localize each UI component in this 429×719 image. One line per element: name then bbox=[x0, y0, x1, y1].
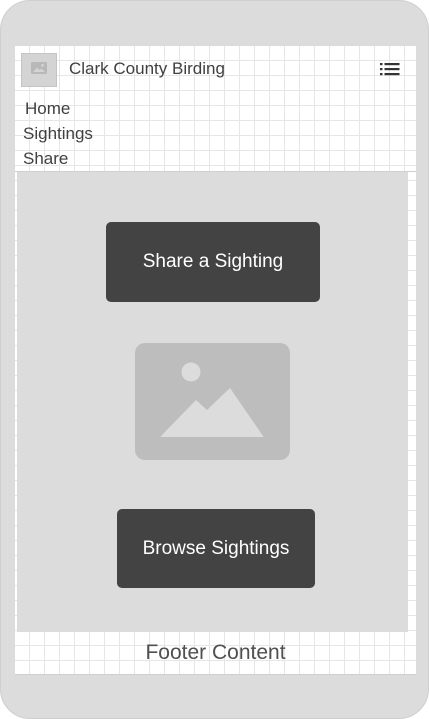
nav-item-home[interactable]: Home bbox=[25, 99, 70, 119]
footer: Footer Content bbox=[15, 636, 416, 670]
share-sighting-button[interactable]: Share a Sighting bbox=[106, 222, 320, 302]
nav-item-share[interactable]: Share bbox=[23, 149, 68, 169]
nav-item-sightings[interactable]: Sightings bbox=[23, 124, 93, 144]
site-title[interactable]: Clark County Birding bbox=[69, 59, 225, 79]
app-screen: Clark County Birding Home Sightings Shar… bbox=[15, 46, 416, 675]
device-frame: Clark County Birding Home Sightings Shar… bbox=[0, 0, 429, 719]
image-placeholder bbox=[135, 343, 290, 460]
image-placeholder-icon bbox=[135, 343, 290, 464]
list-menu-icon bbox=[380, 62, 400, 81]
menu-button[interactable] bbox=[375, 58, 405, 84]
image-placeholder-icon bbox=[31, 61, 47, 79]
browse-sightings-button[interactable]: Browse Sightings bbox=[117, 509, 315, 588]
main-nav: Home Sightings Share bbox=[15, 96, 416, 172]
site-logo[interactable] bbox=[21, 53, 57, 87]
main-content: Share a Sighting Browse Sightings bbox=[17, 172, 408, 632]
footer-text: Footer Content bbox=[145, 641, 286, 664]
app-header: Clark County Birding bbox=[15, 46, 416, 96]
